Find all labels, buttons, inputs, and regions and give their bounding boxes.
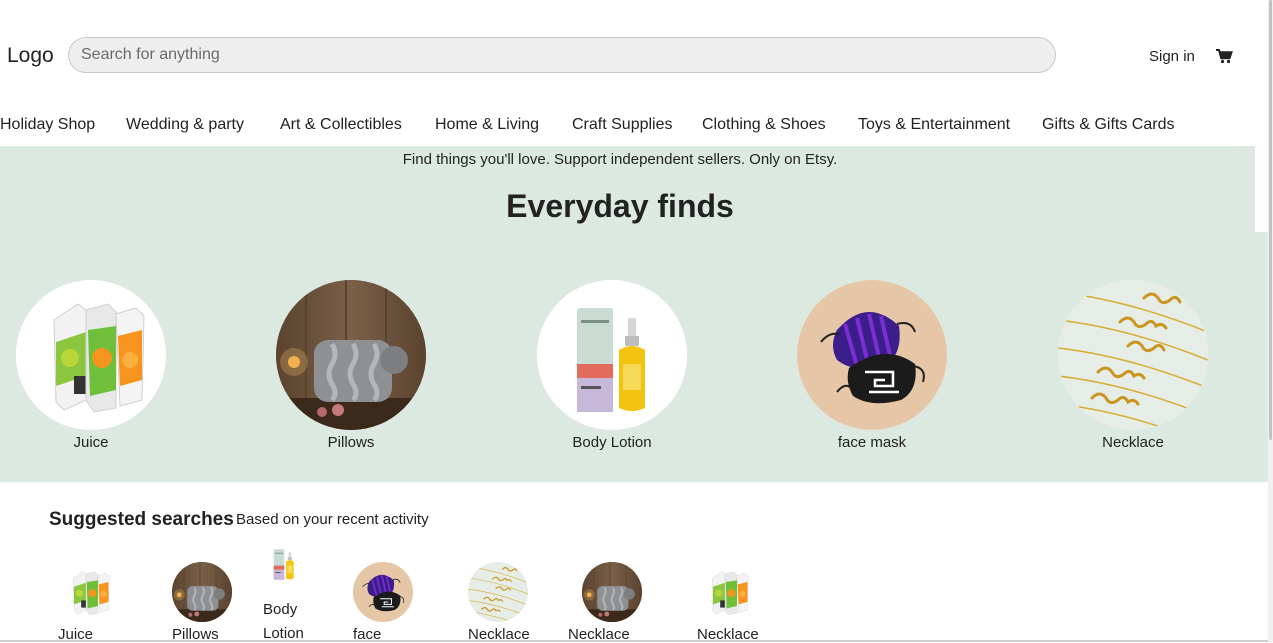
scrollbar-thumb[interactable] [1269, 0, 1272, 440]
hero-background-extension [1255, 232, 1269, 482]
everyday-find-pillows[interactable]: Pillows [276, 280, 426, 451]
suggested-item-face-mask[interactable]: face [353, 562, 413, 643]
suggested-searches-subtitle: Based on your recent activity [236, 511, 429, 528]
hero-title: Everyday finds [506, 188, 734, 224]
necklace-image[interactable] [1058, 280, 1208, 430]
face-mask-image[interactable] [353, 562, 413, 622]
search-input[interactable] [69, 38, 1055, 72]
category-nav: Holiday Shop Wedding & party Art & Colle… [0, 116, 1260, 138]
find-label[interactable]: Necklace [1028, 434, 1238, 451]
category-link[interactable]: Clothing & Shoes [702, 116, 826, 134]
everyday-find-body-lotion[interactable]: Body Lotion [537, 280, 687, 451]
find-label[interactable]: face mask [767, 434, 977, 451]
everyday-find-juice[interactable]: Juice [16, 280, 166, 451]
everyday-find-necklace[interactable]: Necklace [1058, 280, 1208, 451]
suggested-item-pillows[interactable]: Pillows [172, 562, 232, 643]
pillows-image[interactable] [582, 562, 642, 622]
category-link[interactable]: Art & Collectibles [280, 116, 402, 134]
shopping-cart-icon[interactable] [1215, 48, 1233, 64]
site-logo[interactable]: Logo [7, 44, 54, 68]
top-header: Logo Sign in [0, 0, 1273, 110]
search-bar[interactable] [68, 37, 1056, 73]
category-link[interactable]: Wedding & party [126, 116, 244, 134]
find-label[interactable]: Body Lotion [507, 434, 717, 451]
suggested-item-necklace-3[interactable]: Necklace [697, 562, 759, 643]
face-mask-image[interactable] [797, 280, 947, 430]
pillows-image[interactable] [276, 280, 426, 430]
body-lotion-image[interactable] [537, 280, 687, 430]
category-link[interactable]: Holiday Shop [0, 116, 95, 134]
suggested-label[interactable]: Body [263, 601, 297, 618]
body-lotion-image[interactable] [262, 547, 322, 595]
sign-in-link[interactable]: Sign in [1149, 48, 1195, 65]
suggested-item-juice[interactable]: Juice [58, 562, 118, 643]
suggested-item-necklace-2[interactable]: Necklace [568, 562, 642, 643]
category-link[interactable]: Toys & Entertainment [858, 116, 1010, 134]
pillows-image[interactable] [172, 562, 232, 622]
find-label[interactable]: Pillows [246, 434, 456, 451]
suggested-item-body-lotion[interactable]: Body Lotion [262, 547, 322, 642]
find-label[interactable]: Juice [0, 434, 196, 451]
suggested-searches-title: Suggested searches [49, 509, 234, 530]
category-link[interactable]: Home & Living [435, 116, 539, 134]
category-link[interactable]: Gifts & Gifts Cards [1042, 116, 1174, 134]
juice-image[interactable] [16, 280, 166, 430]
juice-image[interactable] [697, 562, 757, 622]
juice-image[interactable] [58, 562, 118, 622]
everyday-find-face-mask[interactable]: face mask [797, 280, 947, 451]
hero-tagline: Find things you'll love. Support indepen… [402, 151, 838, 168]
necklace-image[interactable] [468, 562, 528, 622]
category-link[interactable]: Craft Supplies [572, 116, 673, 134]
suggested-item-necklace[interactable]: Necklace [468, 562, 530, 643]
